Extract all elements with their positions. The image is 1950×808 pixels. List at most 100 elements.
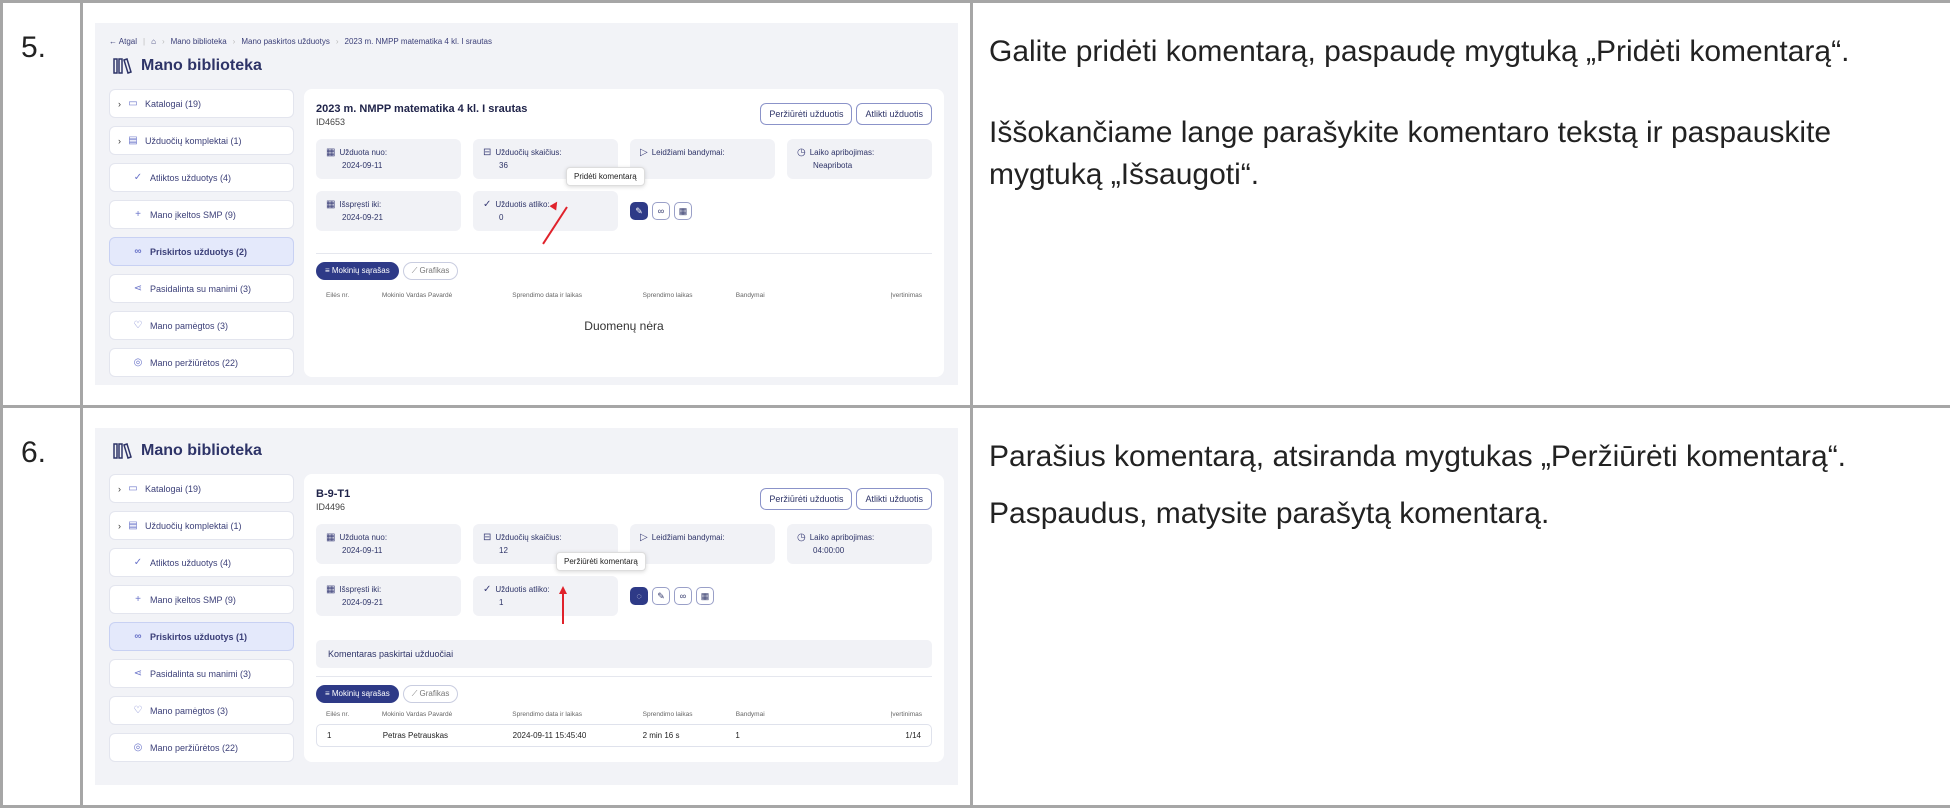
card-attempts: ▷Leidžiami bandymai: — [630, 139, 775, 179]
view-comment-button[interactable]: ◌ — [630, 587, 648, 605]
calendar-icon: ▦ — [701, 591, 710, 602]
grid-icon: ▤ — [127, 135, 139, 146]
do-tasks-button[interactable]: Atlikti užduotis — [856, 103, 932, 125]
card-attempts: ▷Leidžiami bandymai: — [630, 524, 775, 564]
instruction-paragraph: Paspaudus, matysite parašytą komentarą. — [989, 493, 1936, 534]
tab-chart[interactable]: ⟋ Grafikas — [403, 685, 459, 703]
card-assigned-from: ▦Užduota nuo:2024-09-11 — [316, 524, 461, 564]
task-panel: B-9-T1 ID4496 Peržiūrėti užduotis Atlikt… — [304, 474, 944, 762]
view-tasks-button[interactable]: Peržiūrėti užduotis — [760, 103, 852, 125]
card-assigned-from: ▦Užduota nuo:2024-09-11 — [316, 139, 461, 179]
instruction-text: Galite pridėti komentarą, paspaudę mygtu… — [972, 2, 1950, 407]
calendar-icon: ▦ — [679, 206, 688, 217]
list-icon: ⊟ — [483, 147, 491, 158]
calendar-button[interactable]: ▦ — [696, 587, 714, 605]
tab-students[interactable]: ≡ Mokinių sąrašas — [316, 262, 399, 280]
table-row[interactable]: 1 Petras Petrauskas 2024-09-11 15:45:40 … — [316, 724, 932, 747]
task-panel: 2023 m. NMPP matematika 4 kl. I srautas … — [304, 89, 944, 377]
heart-icon: ♡ — [132, 320, 144, 331]
back-link[interactable]: ← Atgal — [109, 37, 137, 46]
sidebar-item-katalogai[interactable]: ›▭Katalogai (19) — [109, 474, 294, 503]
sidebar-item-komplektai[interactable]: ›▤Užduočių komplektai (1) — [109, 511, 294, 540]
task-title: B-9-T1 — [316, 488, 350, 500]
link-button[interactable]: ∞ — [674, 587, 692, 605]
calendar-button[interactable]: ▦ — [674, 202, 692, 220]
sidebar-item-ikeltos[interactable]: +Mano įkeltos SMP (9) — [109, 585, 294, 614]
tab-chart[interactable]: ⟋ Grafikas — [403, 262, 459, 280]
list-icon: ⊟ — [483, 532, 491, 543]
sidebar-item-pasidalinta[interactable]: ⋖Pasidalinta su manimi (3) — [109, 659, 294, 688]
action-buttons: ◌ ✎ ∞ ▦ — [630, 576, 775, 616]
screenshot-cell: ← Atgal | ⌂ › Mano biblioteka › Mano pas… — [82, 2, 972, 407]
sidebar-item-atliktos[interactable]: ✓Atliktos užduotys (4) — [109, 163, 294, 192]
sidebar-item-atliktos[interactable]: ✓Atliktos užduotys (4) — [109, 548, 294, 577]
view-tasks-button[interactable]: Peržiūrėti užduotis — [760, 488, 852, 510]
sidebar-item-priskirtos[interactable]: ∞Priskirtos užduotys (1) — [109, 622, 294, 651]
task-id: ID4496 — [316, 502, 350, 512]
task-id: ID4653 — [316, 117, 527, 127]
edit-icon: ✎ — [635, 206, 643, 217]
sidebar-item-priskirtos[interactable]: ∞Priskirtos užduotys (2) — [109, 237, 294, 266]
breadcrumb: ← Atgal | ⌂ › Mano biblioteka › Mano pas… — [109, 31, 944, 51]
breadcrumb-item[interactable]: Mano paskirtos užduotys — [241, 37, 330, 46]
sidebar-item-pasidalinta[interactable]: ⋖Pasidalinta su manimi (3) — [109, 274, 294, 303]
calendar-icon: ▦ — [326, 532, 335, 543]
link-button[interactable]: ∞ — [652, 202, 670, 220]
list-icon: ≡ — [325, 689, 332, 698]
home-icon[interactable]: ⌂ — [151, 37, 156, 46]
calendar-icon: ▦ — [326, 147, 335, 158]
sidebar-item-komplektai[interactable]: ›▤Užduočių komplektai (1) — [109, 126, 294, 155]
link-icon: ∞ — [680, 591, 686, 601]
step-number: 5. — [2, 2, 82, 407]
red-arrow-head — [559, 586, 567, 594]
calendar-icon: ▦ — [326, 199, 335, 210]
task-title: 2023 m. NMPP matematika 4 kl. I srautas — [316, 103, 527, 115]
clock-icon: ◷ — [797, 147, 806, 158]
do-tasks-button[interactable]: Atlikti užduotis — [856, 488, 932, 510]
eye-icon: ◎ — [132, 742, 144, 753]
screenshot-cell: Mano biblioteka ›▭Katalogai (19) ›▤Užduo… — [82, 407, 972, 807]
card-due: ▦Išspręsti iki:2024-09-21 — [316, 191, 461, 231]
card-completed: ✓Užduotis atliko:1 — [473, 576, 618, 616]
card-time-limit: ◷Laiko apribojimas:04:00:00 — [787, 524, 932, 564]
empty-message: Duomenų nėra — [316, 319, 932, 333]
comment-icon: ◌ — [636, 591, 641, 601]
folder-icon: ▭ — [127, 483, 139, 494]
breadcrumb-item[interactable]: Mano biblioteka — [171, 37, 227, 46]
check-circle-icon: ✓ — [132, 172, 144, 183]
list-icon: ≡ — [325, 266, 332, 275]
card-completed: ✓Užduotis atliko:0 — [473, 191, 618, 231]
chart-icon: ⟋ — [412, 689, 420, 698]
edit-comment-button[interactable]: ✎ — [652, 587, 670, 605]
library-icon — [113, 442, 133, 460]
add-comment-button[interactable]: ✎ — [630, 202, 648, 220]
instruction-paragraph: Iššokančiame lange parašykite komentaro … — [989, 112, 1936, 195]
page-title: Mano biblioteka — [113, 442, 944, 460]
app-screen: ← Atgal | ⌂ › Mano biblioteka › Mano pas… — [95, 23, 958, 385]
sidebar-item-perziuretos[interactable]: ◎Mano peržiūrėtos (22) — [109, 733, 294, 762]
clock-icon: ◷ — [797, 532, 806, 543]
sidebar: ›▭Katalogai (19) ›▤Užduočių komplektai (… — [109, 474, 294, 762]
link-icon: ∞ — [658, 206, 664, 216]
sidebar-item-pamegtos[interactable]: ♡Mano pamėgtos (3) — [109, 696, 294, 725]
tab-students[interactable]: ≡ Mokinių sąrašas — [316, 685, 399, 703]
sidebar-item-katalogai[interactable]: ›▭Katalogai (19) — [109, 89, 294, 118]
chart-icon: ⟋ — [412, 266, 420, 275]
heart-icon: ♡ — [132, 705, 144, 716]
check-circle-icon: ✓ — [132, 557, 144, 568]
table-header: Eilės nr. Mokinio Vardas Pavardė Sprendi… — [316, 292, 932, 299]
plus-icon: + — [132, 209, 144, 220]
comment-box: Komentaras paskirtai užduočiai — [316, 640, 932, 668]
page-title: Mano biblioteka — [113, 57, 944, 75]
sidebar: ›▭Katalogai (19) ›▤Užduočių komplektai (… — [109, 89, 294, 377]
check-circle-icon: ✓ — [483, 199, 491, 210]
table-header: Eilės nr. Mokinio Vardas Pavardė Sprendi… — [316, 711, 932, 718]
card-time-limit: ◷Laiko apribojimas:Neapribota — [787, 139, 932, 179]
eye-icon: ◎ — [132, 357, 144, 368]
sidebar-item-ikeltos[interactable]: +Mano įkeltos SMP (9) — [109, 200, 294, 229]
sidebar-item-perziuretos[interactable]: ◎Mano peržiūrėtos (22) — [109, 348, 294, 377]
sidebar-item-pamegtos[interactable]: ♡Mano pamėgtos (3) — [109, 311, 294, 340]
action-buttons: ✎ ∞ ▦ — [630, 191, 775, 231]
plus-icon: + — [132, 594, 144, 605]
instruction-paragraph: Parašius komentarą, atsiranda mygtukas „… — [989, 436, 1936, 477]
